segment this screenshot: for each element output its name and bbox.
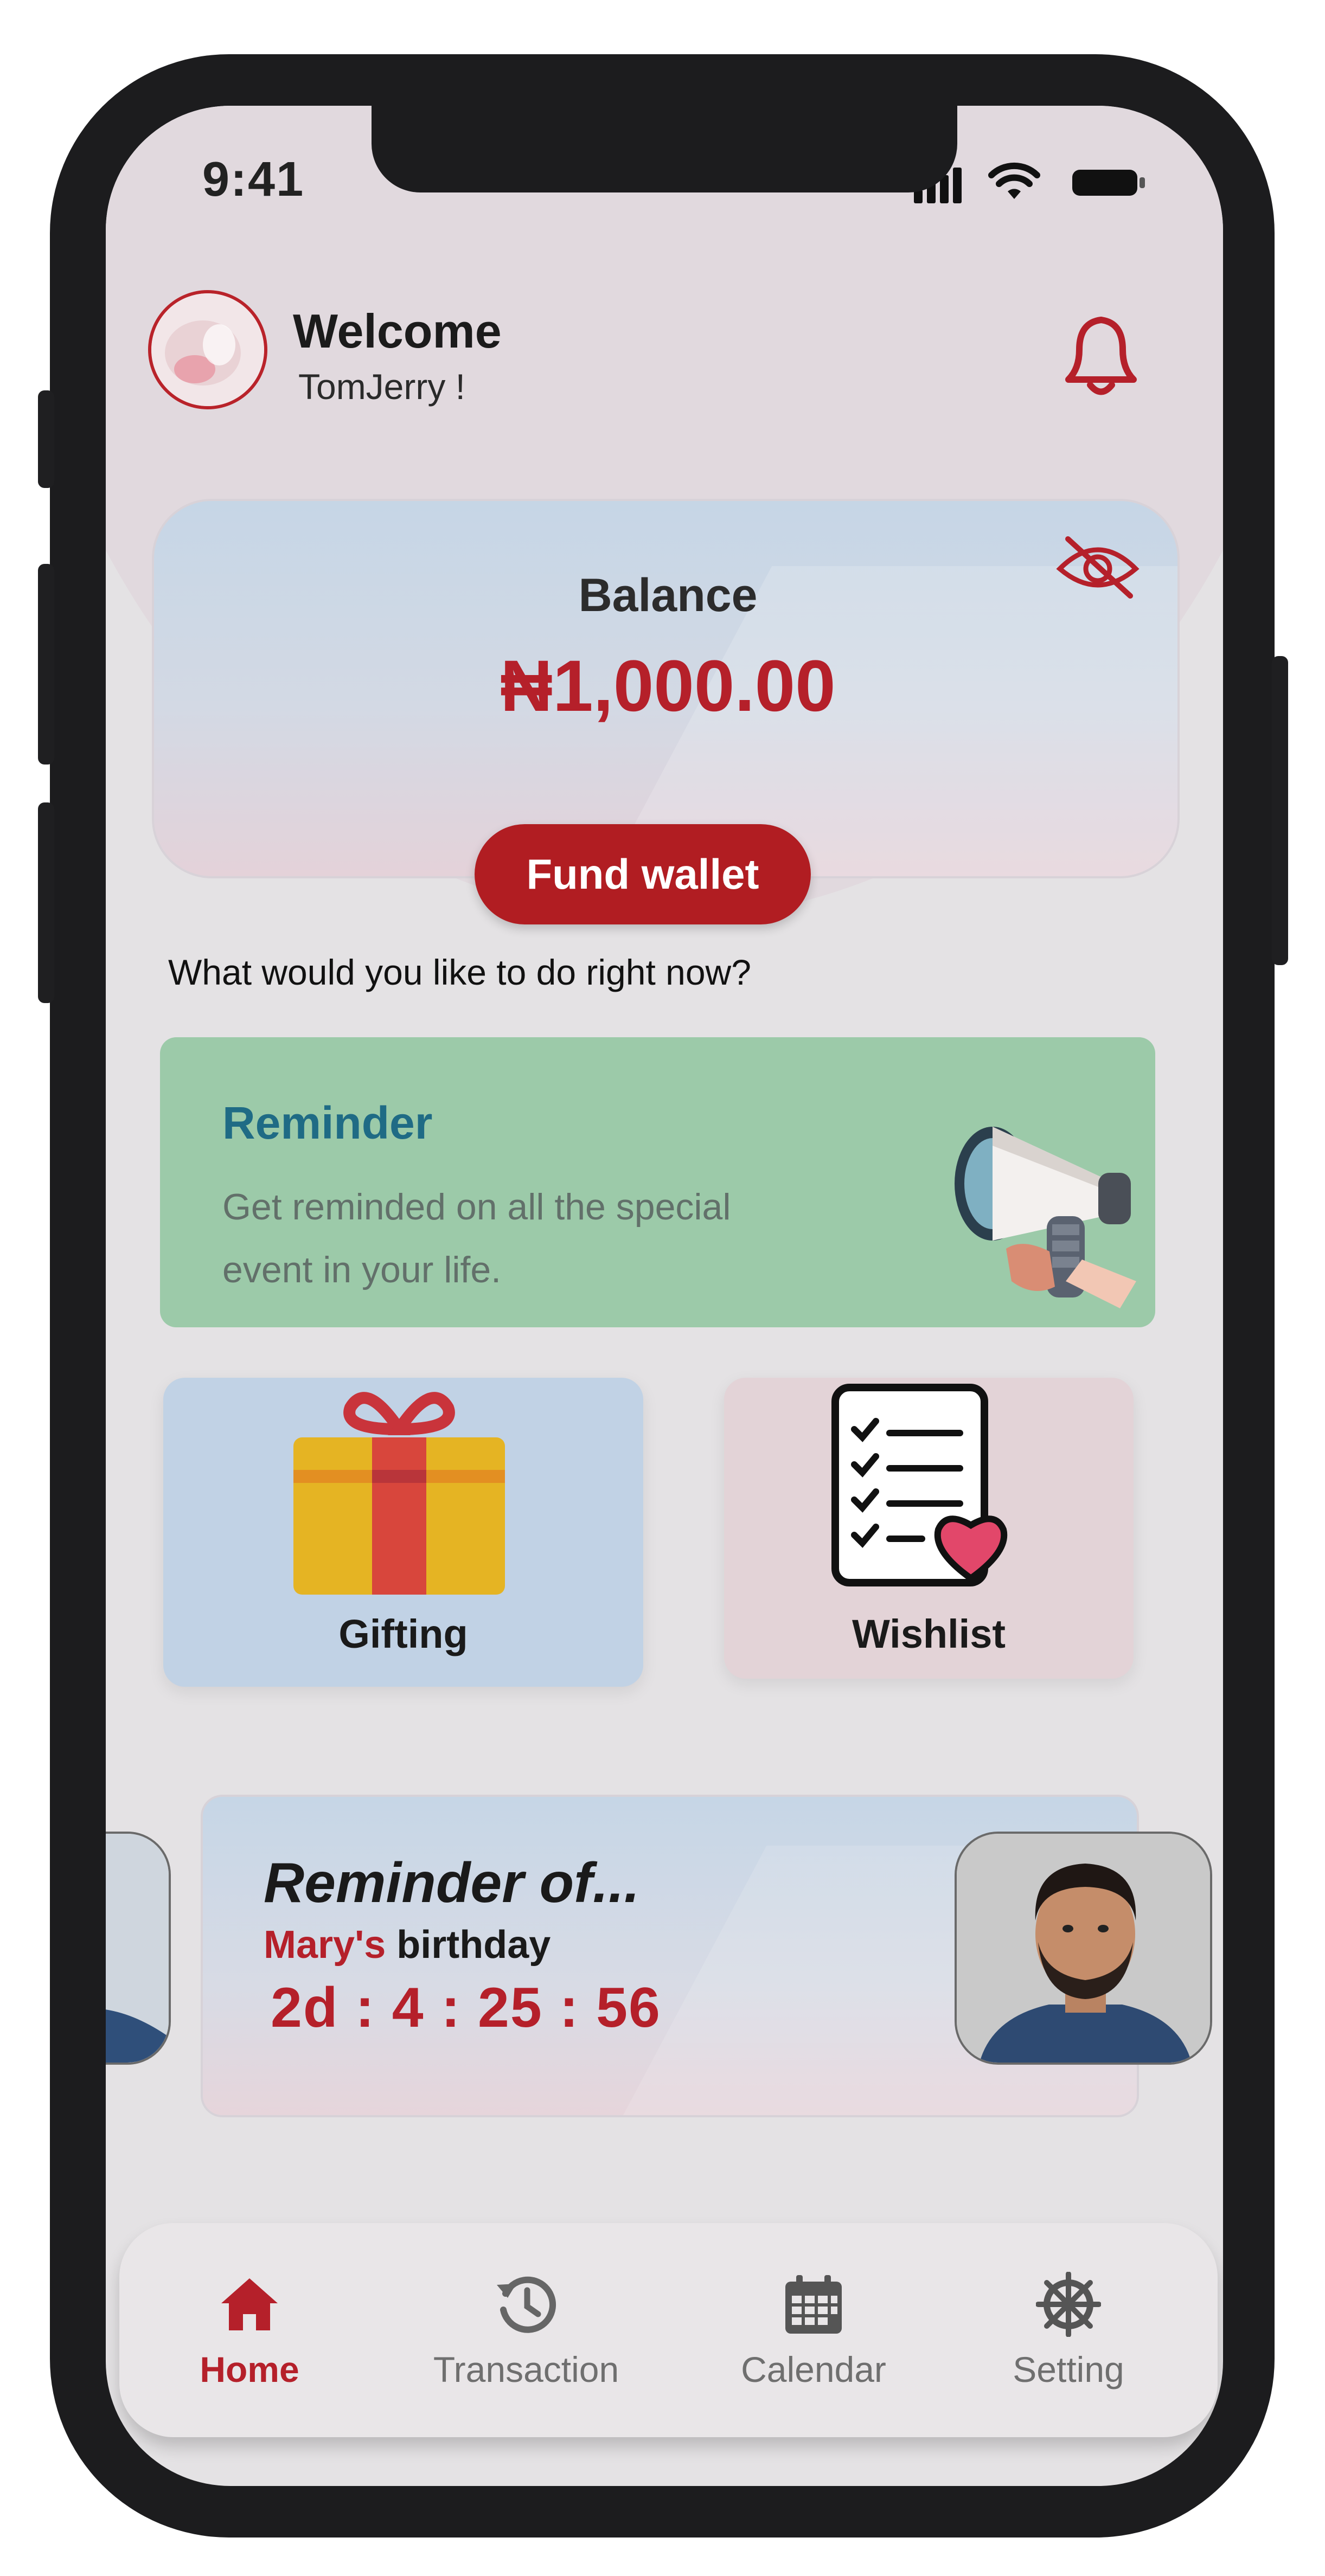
nav-transaction[interactable]: Transaction bbox=[401, 2223, 651, 2437]
event-person-name: Mary's bbox=[264, 1923, 386, 1967]
event-subtitle: Mary's birthday bbox=[264, 1923, 551, 1967]
nav-label-calendar: Calendar bbox=[741, 2349, 886, 2389]
home-icon bbox=[221, 2278, 278, 2330]
side-button-volume-up bbox=[38, 564, 54, 765]
gift-box-icon bbox=[293, 1392, 505, 1595]
fund-wallet-button[interactable]: Fund wallet bbox=[475, 824, 811, 924]
calendar-icon bbox=[785, 2275, 842, 2334]
reminder-title: Reminder bbox=[222, 1097, 433, 1148]
nav-label-setting: Setting bbox=[1013, 2349, 1124, 2389]
side-button-mute bbox=[38, 390, 54, 488]
balance-label: Balance bbox=[578, 569, 758, 621]
app-screen: 9:41 Welcome TomJerry ! Balance ₦1,000.0… bbox=[106, 106, 1223, 2486]
event-countdown: 2d : 4 : 25 : 56 bbox=[271, 1976, 661, 2039]
wishlist-tile[interactable]: Wishlist bbox=[724, 1378, 1134, 1679]
side-button-volume-down bbox=[38, 802, 54, 1003]
balance-card: Balance ₦1,000.00 bbox=[152, 499, 1180, 878]
gifting-label: Gifting bbox=[338, 1611, 468, 1656]
nav-label-transaction: Transaction bbox=[433, 2349, 619, 2389]
username-text: TomJerry ! bbox=[298, 367, 466, 407]
hide-balance-icon[interactable] bbox=[1054, 531, 1141, 601]
event-title: Reminder of... bbox=[264, 1852, 640, 1915]
history-icon bbox=[497, 2276, 556, 2333]
gifting-tile[interactable]: Gifting bbox=[163, 1378, 643, 1687]
nav-home[interactable]: Home bbox=[163, 2223, 336, 2437]
side-button-power bbox=[1272, 656, 1288, 965]
status-time: 9:41 bbox=[202, 152, 305, 207]
avatar-image bbox=[151, 293, 264, 406]
avatar[interactable] bbox=[148, 290, 267, 409]
reminder-card[interactable]: Reminder Get reminded on all the special… bbox=[160, 1037, 1155, 1327]
welcome-text: Welcome bbox=[293, 304, 502, 358]
battery-icon bbox=[1072, 170, 1145, 196]
wifi-icon bbox=[988, 162, 1040, 199]
nav-label-home: Home bbox=[200, 2349, 299, 2389]
settings-wheel-icon bbox=[1036, 2272, 1101, 2337]
balance-amount: ₦1,000.00 bbox=[500, 646, 836, 727]
nav-calendar[interactable]: Calendar bbox=[705, 2223, 922, 2437]
nav-setting[interactable]: Setting bbox=[965, 2223, 1172, 2437]
wishlist-icon bbox=[831, 1384, 1008, 1586]
reminder-description: Get reminded on all the special event in… bbox=[222, 1186, 731, 1290]
megaphone-icon bbox=[955, 1127, 1136, 1308]
event-occasion: birthday bbox=[396, 1923, 551, 1967]
wishlist-label: Wishlist bbox=[852, 1611, 1006, 1656]
previous-event-photo[interactable] bbox=[106, 1832, 171, 2065]
notch bbox=[372, 106, 957, 192]
event-person-photo[interactable] bbox=[955, 1832, 1212, 2065]
bottom-navigation: Home Transaction Calendar Setting bbox=[119, 2223, 1218, 2437]
prompt-text: What would you like to do right now? bbox=[168, 952, 751, 992]
notification-bell-icon[interactable] bbox=[1047, 298, 1155, 407]
